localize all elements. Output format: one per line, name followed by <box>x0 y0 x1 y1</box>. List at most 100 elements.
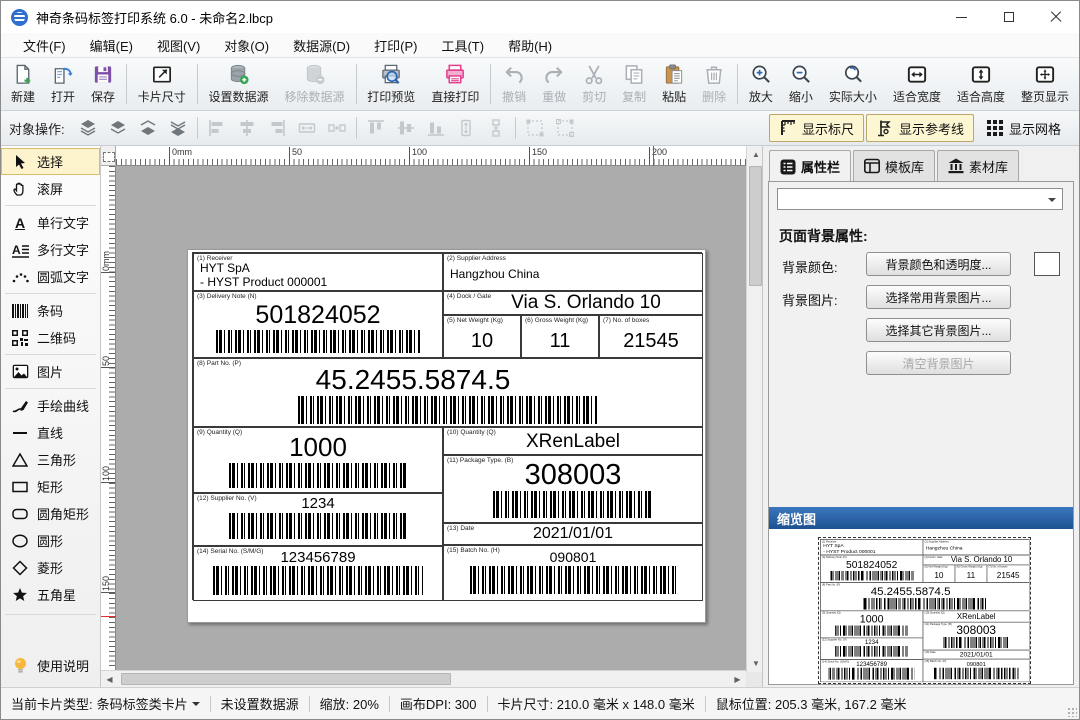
label-field-batch-no[interactable]: (15) Batch No. (H) 090801 <box>923 659 1030 682</box>
tool-image[interactable]: 图片 <box>1 358 100 385</box>
bg-color-button[interactable]: 背景颜色和透明度... <box>866 252 1011 276</box>
label-field-supplier-address[interactable]: (2) Supplier Address Hangzhou China <box>923 539 1030 555</box>
equal-width-button[interactable] <box>292 115 322 141</box>
direct-print-button[interactable]: 直接打印 <box>423 60 487 108</box>
label-field-supplier-no[interactable]: (12) Supplier No. (V) 1234 <box>820 638 923 660</box>
send-to-back-button[interactable] <box>163 115 193 141</box>
tool-star[interactable]: 五角星 <box>1 581 100 608</box>
tool-arc-text[interactable]: 圆弧文字 <box>1 263 100 290</box>
label-field-package-type[interactable]: (11) Package Type. (B) 308003 <box>443 455 703 523</box>
label-field-part-no[interactable]: (8) Part No. (P) 45.2455.5874.5 <box>820 582 1029 610</box>
fit-page-button[interactable]: 整页显示 <box>1013 60 1077 108</box>
actual-size-button[interactable]: 实际大小 <box>821 60 885 108</box>
menu-datasource[interactable]: 数据源(D) <box>281 33 362 58</box>
label-field-net-weight[interactable]: (5) Net Weight (Kg) 10 <box>923 565 955 583</box>
align-left-button[interactable] <box>202 115 232 141</box>
cut-button[interactable]: 剪切 <box>574 60 614 108</box>
bring-to-front-button[interactable] <box>73 115 103 141</box>
label-field-quantity[interactable]: (9) Quantity (Q) 1000 <box>820 611 923 638</box>
redo-button[interactable]: 重做 <box>534 60 574 108</box>
help-button[interactable]: 使用说明 <box>1 652 99 679</box>
show-guides-toggle[interactable]: 显示参考线 <box>866 114 974 142</box>
label-field-quantity2[interactable]: (10) Quantity (Q) XRenLabel <box>923 611 1030 622</box>
label-field-quantity[interactable]: (9) Quantity (Q) 1000 <box>193 427 443 493</box>
bg-image-clear-button[interactable]: 清空背景图片 <box>866 351 1011 375</box>
tab-materials[interactable]: 素材库 <box>937 150 1019 181</box>
label-field-receiver[interactable]: (1) Receiver HYT SpA - HYST Product 0000… <box>193 253 443 291</box>
card-size-button[interactable]: 卡片尺寸 <box>130 60 194 108</box>
label-field-date[interactable]: (13) Date 2021/01/01 <box>923 650 1030 659</box>
tool-select[interactable]: 选择 <box>1 148 100 175</box>
label-field-part-no[interactable]: (8) Part No. (P) 45.2455.5874.5 <box>193 358 703 427</box>
card-type-status[interactable]: 当前卡片类型: 条码标签类卡片 <box>11 694 200 713</box>
label-page[interactable]: (1) Receiver HYT SpA - HYST Product 0000… <box>187 249 706 623</box>
maximize-button[interactable] <box>985 1 1032 33</box>
show-grid-toggle[interactable]: 显示网格 <box>976 114 1071 142</box>
label-field-gross-weight[interactable]: (6) Gross Weight (Kg) 11 <box>955 565 987 583</box>
tool-diamond[interactable]: 菱形 <box>1 554 100 581</box>
scroll-right-arrow[interactable]: ▶ <box>729 671 746 688</box>
ungroup-button[interactable] <box>550 115 580 141</box>
tab-templates[interactable]: 模板库 <box>853 150 935 181</box>
tool-line[interactable]: 直线 <box>1 419 100 446</box>
label-field-net-weight[interactable]: (5) Net Weight (Kg) 10 <box>443 315 521 358</box>
copy-button[interactable]: 复制 <box>614 60 654 108</box>
fit-width-button[interactable]: 适合宽度 <box>885 60 949 108</box>
design-canvas[interactable]: (1) Receiver HYT SpA - HYST Product 0000… <box>116 166 746 672</box>
label-field-delivery-note[interactable]: (3) Delivery Note (N) 501824052 <box>820 555 923 582</box>
menu-print[interactable]: 打印(P) <box>362 33 429 58</box>
thumbnail-preview[interactable]: (1) Receiver HYT SpA - HYST Product 0000… <box>818 537 1031 684</box>
set-datasource-button[interactable]: 设置数据源 <box>201 60 277 108</box>
minimize-button[interactable] <box>938 1 985 33</box>
zoom-in-button[interactable]: 放大 <box>741 60 781 108</box>
menu-view[interactable]: 视图(V) <box>145 33 212 58</box>
tool-circle[interactable]: 圆形 <box>1 527 100 554</box>
tab-properties[interactable]: 属性栏 <box>769 150 851 182</box>
save-button[interactable]: 保存 <box>83 60 123 108</box>
bring-forward-button[interactable] <box>103 115 133 141</box>
label-field-no-of-boxes[interactable]: (7) No. of boxes 21545 <box>987 565 1030 583</box>
vertical-scroll-thumb[interactable] <box>749 166 762 286</box>
fit-height-button[interactable]: 适合高度 <box>949 60 1013 108</box>
label-field-quantity2[interactable]: (10) Quantity (Q) XRenLabel <box>443 427 703 455</box>
tool-triangle[interactable]: 三角形 <box>1 446 100 473</box>
object-selector-combobox[interactable] <box>777 188 1063 210</box>
label-field-dock-gate[interactable]: (4) Dock / Gate Via S. Orlando 10 <box>443 291 703 315</box>
label-field-supplier-address[interactable]: (2) Supplier Address Hangzhou China <box>443 253 703 291</box>
tool-qrcode[interactable]: 二维码 <box>1 324 100 351</box>
menu-help[interactable]: 帮助(H) <box>496 33 564 58</box>
new-button[interactable]: 新建 <box>3 60 43 108</box>
delete-button[interactable]: 删除 <box>694 60 734 108</box>
paste-button[interactable]: 粘贴 <box>654 60 694 108</box>
label-field-gross-weight[interactable]: (6) Gross Weight (Kg) 11 <box>521 315 599 358</box>
label-field-serial-no[interactable]: (14) Serial No. (S/M/G) 123456789 <box>820 660 923 683</box>
scroll-left-arrow[interactable]: ◀ <box>101 671 118 688</box>
show-ruler-toggle[interactable]: 显示标尺 <box>769 114 864 142</box>
label-field-serial-no[interactable]: (14) Serial No. (S/M/G) 123456789 <box>193 546 443 601</box>
bg-image-common-button[interactable]: 选择常用背景图片... <box>866 285 1011 309</box>
menu-file[interactable]: 文件(F) <box>11 33 78 58</box>
equal-v-spacing-button[interactable] <box>481 115 511 141</box>
horizontal-scroll-thumb[interactable] <box>121 673 451 685</box>
menu-tools[interactable]: 工具(T) <box>429 33 496 58</box>
tool-freehand-curve[interactable]: 手绘曲线 <box>1 392 100 419</box>
tool-barcode[interactable]: 条码 <box>1 297 100 324</box>
tool-multi-line-text[interactable]: A 多行文字 <box>1 236 100 263</box>
align-top-button[interactable] <box>361 115 391 141</box>
open-button[interactable]: 打开 <box>43 60 83 108</box>
undo-button[interactable]: 撤销 <box>494 60 534 108</box>
tool-pan[interactable]: 滚屏 <box>1 175 100 202</box>
align-bottom-button[interactable] <box>421 115 451 141</box>
send-backward-button[interactable] <box>133 115 163 141</box>
tool-rectangle[interactable]: 矩形 <box>1 473 100 500</box>
menu-object[interactable]: 对象(O) <box>212 33 281 58</box>
label-field-date[interactable]: (13) Date 2021/01/01 <box>443 523 703 545</box>
label-field-supplier-no[interactable]: (12) Supplier No. (V) 1234 <box>193 493 443 546</box>
tool-rounded-rectangle[interactable]: 圆角矩形 <box>1 500 100 527</box>
equal-height-button[interactable] <box>451 115 481 141</box>
group-button[interactable] <box>520 115 550 141</box>
label-field-dock-gate[interactable]: (4) Dock / Gate Via S. Orlando 10 <box>923 555 1030 565</box>
print-preview-button[interactable]: 打印预览 <box>359 60 423 108</box>
label-field-delivery-note[interactable]: (3) Delivery Note (N) 501824052 <box>193 291 443 358</box>
align-middle-v-button[interactable] <box>391 115 421 141</box>
